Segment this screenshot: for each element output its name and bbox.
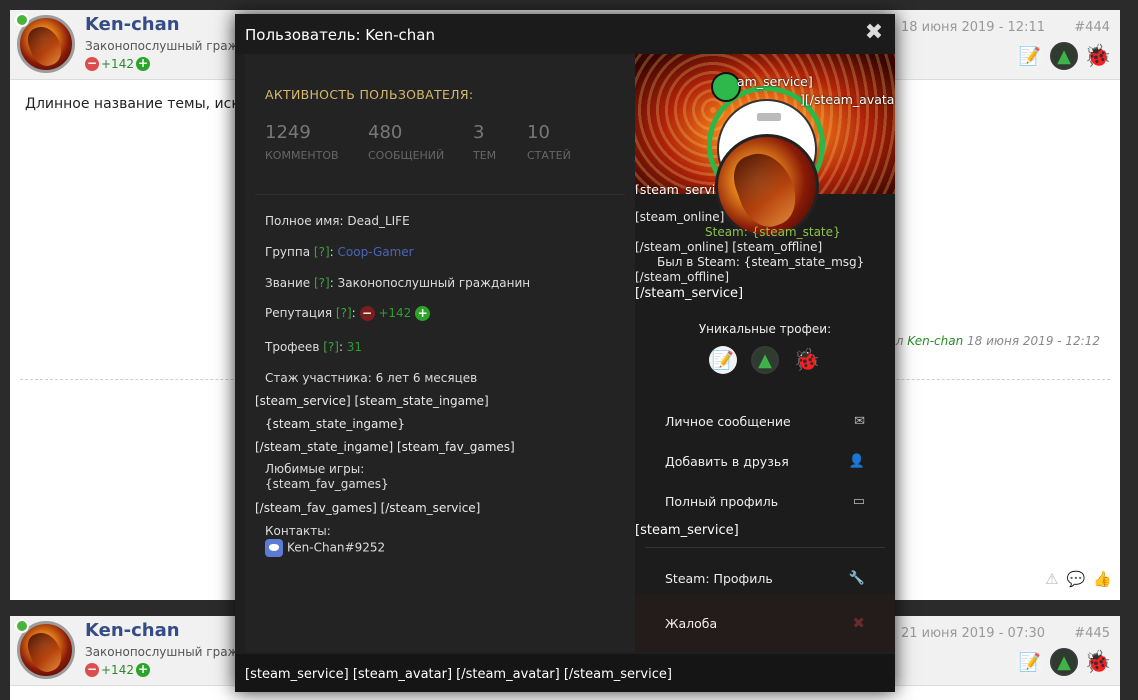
wrench-icon: 🔧 xyxy=(848,570,865,586)
discord-icon xyxy=(265,539,283,557)
rep-plus-button[interactable]: + xyxy=(135,663,150,677)
trophies-row: Трофеев [?]: 31 xyxy=(265,340,363,354)
unique-trophies-label: Уникальные трофеи: xyxy=(698,322,832,336)
close-icon[interactable]: ✖ xyxy=(863,22,885,44)
edited-note: ал Ken-chan 18 июня 2019 - 12:12 xyxy=(888,334,1100,348)
template-tag: [steam_service] [steam_state_ingame] xyxy=(255,394,489,408)
template-tag: ][/steam_avatar] xyxy=(800,92,895,107)
stat-articles: 10 СТАТЕЙ xyxy=(527,122,571,162)
template-tag: [steam_online] xyxy=(635,210,725,224)
bug-trophy-icon[interactable]: 🐞 xyxy=(1084,42,1112,70)
template-tag: [/steam_offline] xyxy=(635,270,730,284)
template-tag: [/steam_online] [steam_offline] xyxy=(635,240,823,254)
help-link[interactable]: [?] xyxy=(314,245,330,259)
modal-title: Пользователь: Ken-chan xyxy=(245,26,435,44)
envelope-icon: ✉ xyxy=(854,413,865,429)
close-icon: ✖ xyxy=(852,614,865,632)
template-tag: [/steam_service] xyxy=(635,286,744,301)
profile-info-column: АКТИВНОСТЬ ПОЛЬЗОВАТЕЛЯ: 1249 КОММЕНТОВ … xyxy=(245,54,635,652)
post-date: 21 июня 2019 - 07:30 xyxy=(900,626,1045,641)
author-name[interactable]: Ken-chan xyxy=(85,14,180,35)
rep-plus-button[interactable]: + xyxy=(415,306,431,321)
unique-trophies: 📝 ▲ 🐞 xyxy=(709,346,821,374)
discord-contact[interactable]: Ken-Chan#9252 xyxy=(265,539,385,557)
online-indicator xyxy=(15,13,29,27)
profile-avatar[interactable] xyxy=(715,134,819,238)
tree-trophy-icon[interactable]: ▲ xyxy=(1050,648,1078,676)
template-tag: [/steam_state_ingame] [steam_fav_games] xyxy=(255,440,515,454)
help-link[interactable]: [?] xyxy=(336,306,352,320)
template-tag: {steam_state_ingame} xyxy=(265,417,406,431)
complaint-button[interactable]: Жалоба ✖ xyxy=(645,603,885,643)
post-actions: ⚠ 💬 👍 xyxy=(1045,570,1112,588)
contacts-label: Контакты: xyxy=(265,524,331,538)
post-date: 18 июня 2019 - 12:11 xyxy=(900,20,1045,35)
steam-state: Steam: {steam_state} xyxy=(705,225,841,239)
tree-trophy-icon[interactable]: ▲ xyxy=(1050,42,1078,70)
experience: Стаж участника: 6 лет 6 месяцев xyxy=(265,371,478,385)
bug-trophy-icon[interactable]: 🐞 xyxy=(1084,648,1112,676)
rep-value: +142 xyxy=(378,306,412,320)
rep-plus-button[interactable]: + xyxy=(135,57,150,71)
user-icon: 👤 xyxy=(848,453,865,469)
paper-trophy-icon[interactable]: 📝 xyxy=(709,346,737,374)
author-name[interactable]: Ken-chan xyxy=(85,620,180,641)
complaint-section: Жалоба ✖ xyxy=(635,594,895,652)
report-icon[interactable]: ⚠ xyxy=(1045,570,1058,588)
trophies-count[interactable]: 31 xyxy=(347,340,362,354)
template-tag: [/steam_fav_games] [/steam_service] xyxy=(255,501,481,515)
rep-minus-button[interactable]: − xyxy=(85,663,99,677)
template-tag: [steam_service] xyxy=(635,523,739,538)
add-friend-button[interactable]: Добавить в друзья 👤 xyxy=(645,441,885,481)
online-indicator xyxy=(15,619,29,633)
private-message-button[interactable]: Личное сообщение ✉ xyxy=(645,401,885,441)
modal-header: Пользователь: Ken-chan ✖ xyxy=(235,14,895,54)
tree-trophy-icon[interactable]: ▲ xyxy=(751,346,779,374)
rep-value: +142 xyxy=(101,663,134,677)
fav-games-value: {steam_fav_games} xyxy=(265,477,389,491)
trophies: 📝 ▲ 🐞 xyxy=(1016,42,1112,70)
card-icon: ▭ xyxy=(852,493,865,509)
paper-trophy-icon[interactable]: 📝 xyxy=(1016,648,1044,676)
reputation-row: Репутация [?]: − +142 + xyxy=(265,306,431,321)
steam-profile-button[interactable]: Steam: Профиль 🔧 xyxy=(645,558,885,598)
help-link[interactable]: [?] xyxy=(314,276,330,290)
stat-topics: 3 ТЕМ xyxy=(473,122,497,162)
stat-comments: 1249 КОММЕНТОВ xyxy=(265,122,339,162)
paper-trophy-icon[interactable]: 📝 xyxy=(1016,42,1044,70)
like-icon[interactable]: 👍 xyxy=(1093,570,1112,588)
activity-title: АКТИВНОСТЬ ПОЛЬЗОВАТЕЛЯ: xyxy=(265,87,474,102)
modal-footer: [steam_service] [steam_avatar] [/steam_a… xyxy=(235,654,895,692)
template-tag: [steam_servic xyxy=(635,182,723,194)
was-in-steam: Был в Steam: {steam_state_msg} xyxy=(657,255,865,269)
post-number[interactable]: #445 xyxy=(1074,626,1110,641)
bug-trophy-icon[interactable]: 🐞 xyxy=(793,346,821,374)
quote-icon[interactable]: 💬 xyxy=(1067,570,1086,588)
edited-by[interactable]: Ken-chan xyxy=(907,334,963,348)
divider xyxy=(255,194,625,195)
reputation: − +142 + xyxy=(85,663,150,677)
full-name: Полное имя: Dead_LIFE xyxy=(265,214,410,228)
profile-side-column: am_service] ][/steam_avatar] [steam_serv… xyxy=(635,54,895,652)
group-row: Группа [?]: Coop-Gamer xyxy=(265,245,414,259)
user-profile-modal: Пользователь: Ken-chan ✖ АКТИВНОСТЬ ПОЛЬ… xyxy=(235,14,895,692)
full-profile-button[interactable]: Полный профиль ▭ xyxy=(645,481,885,521)
rank-row: Звание [?]: Законопослушный гражданин xyxy=(265,276,531,290)
fav-games-label: Любимые игры: xyxy=(265,462,365,476)
post-body: Длинное название темы, иска xyxy=(25,96,249,112)
rep-minus-button[interactable]: − xyxy=(359,306,375,321)
reputation: − +142 + xyxy=(85,57,150,71)
stat-messages: 480 СООБЩЕНИЙ xyxy=(368,122,445,162)
post-number[interactable]: #444 xyxy=(1074,20,1110,35)
rep-minus-button[interactable]: − xyxy=(85,57,99,71)
trophies: 📝 ▲ 🐞 xyxy=(1016,648,1112,676)
group-link[interactable]: Coop-Gamer xyxy=(338,245,414,259)
help-link[interactable]: [?] xyxy=(323,340,339,354)
divider xyxy=(645,547,885,548)
rep-value: +142 xyxy=(101,57,134,71)
template-tag: am_service] xyxy=(737,74,813,89)
